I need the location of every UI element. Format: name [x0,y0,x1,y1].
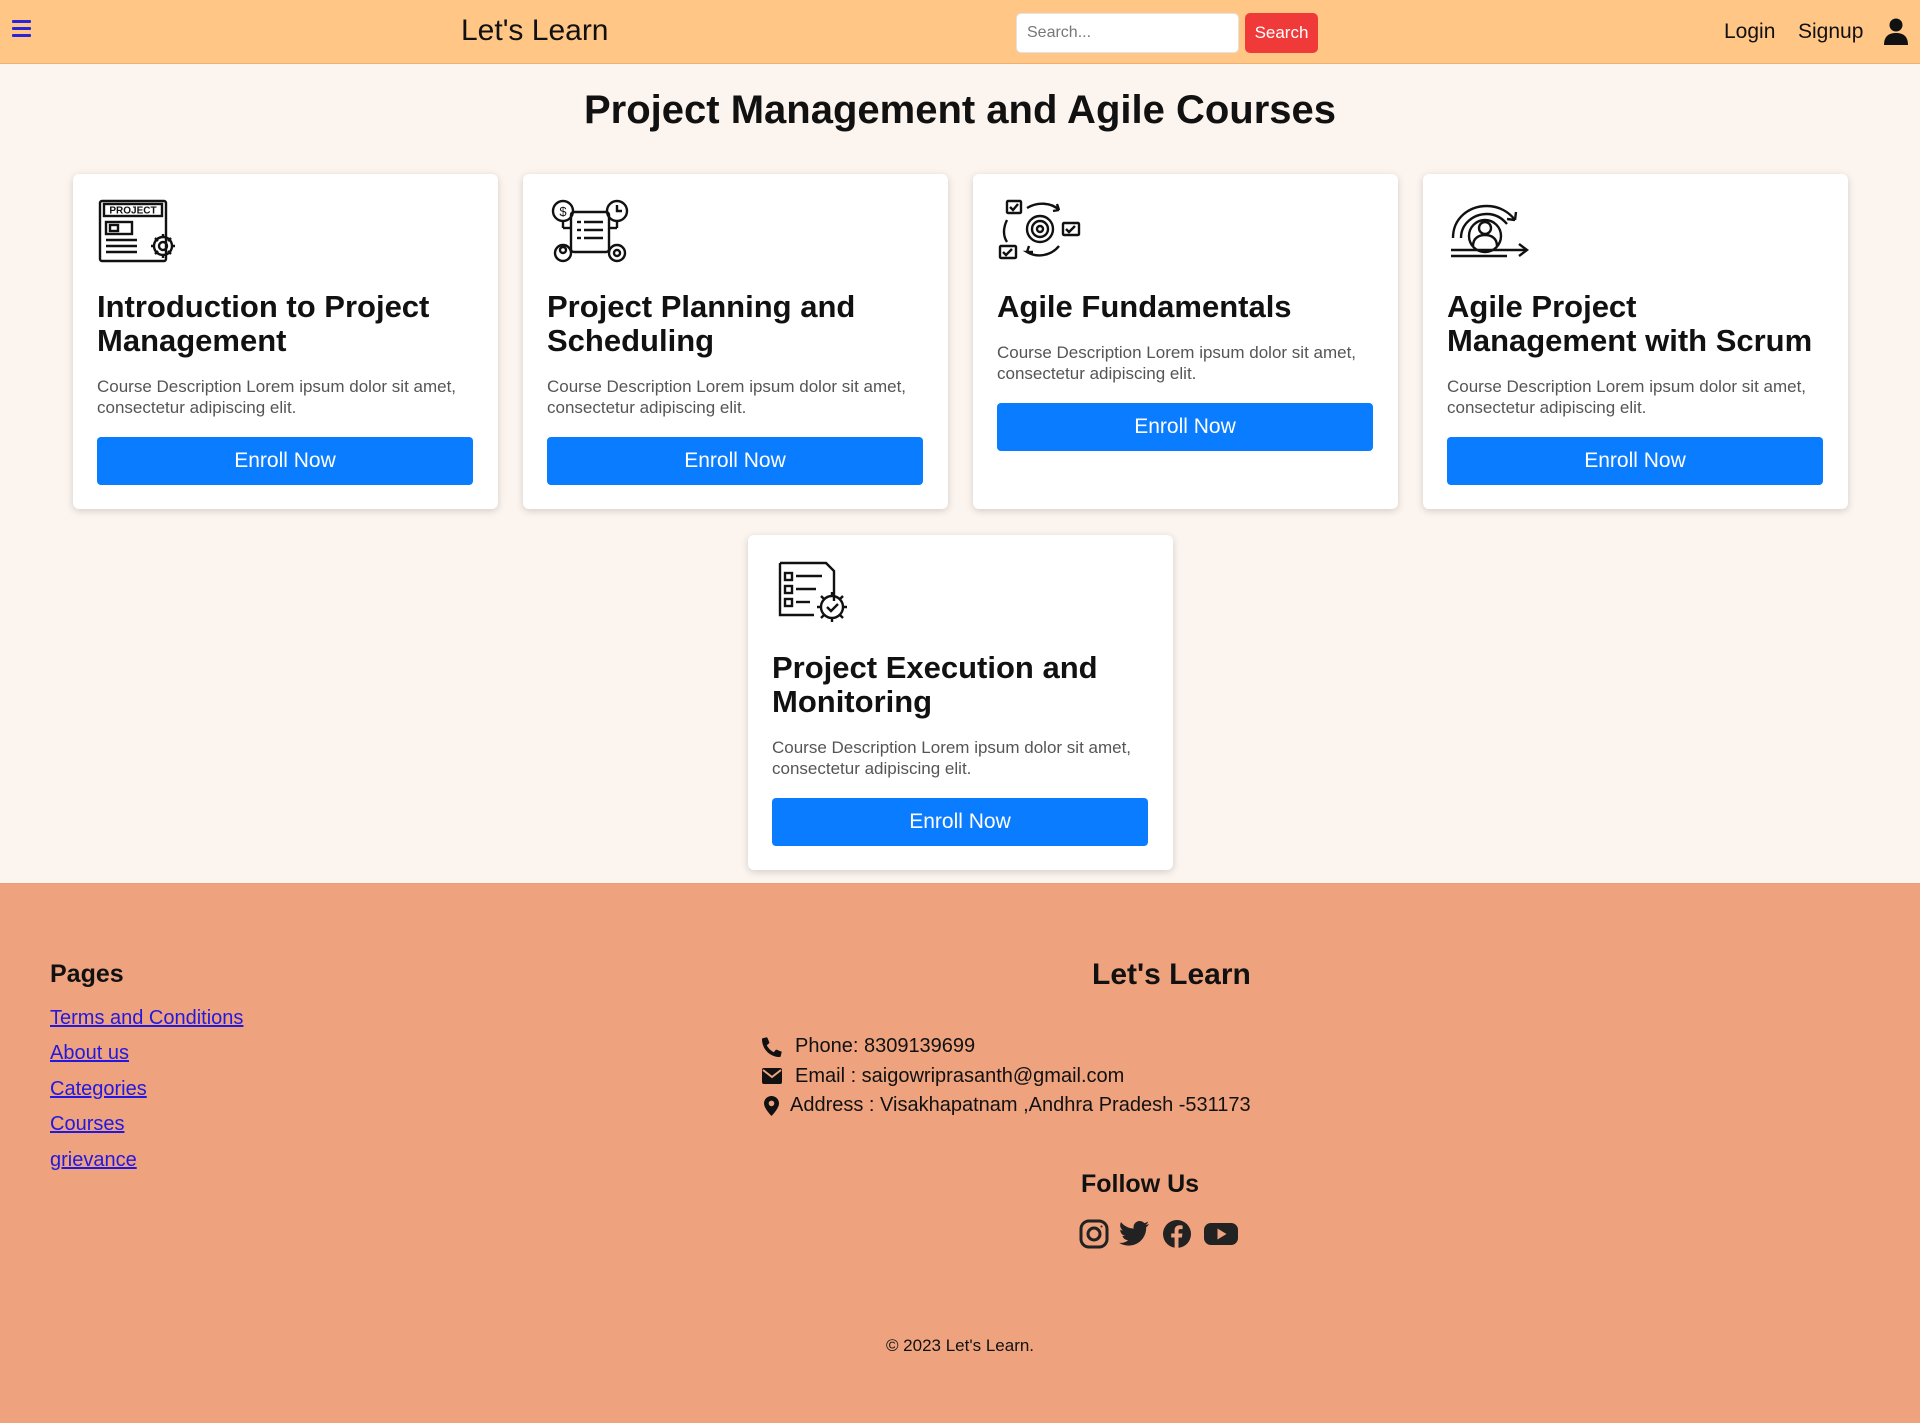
phone-icon [762,1037,782,1057]
email-text: Email : saigowriprasanth@gmail.com [795,1065,1125,1087]
footer-pages-title: Pages [50,960,124,988]
email-icon [762,1068,782,1084]
page-title: Project Management and Agile Courses [583,88,1337,132]
course-title: Introduction to Project Management [97,289,430,358]
planning-schedule-icon: $ [551,199,629,263]
instagram-icon[interactable] [1079,1219,1109,1249]
location-pin-icon [764,1096,779,1116]
search-button[interactable]: Search [1245,13,1318,53]
enroll-now-button[interactable]: Enroll Now [772,798,1148,846]
enroll-now-button[interactable]: Enroll Now [1447,437,1823,485]
project-document-icon: PROJECT [98,199,175,263]
course-description: Course Description Lorem ipsum dolor sit… [772,738,1132,778]
course-description: Course Description Lorem ipsum dolor sit… [1447,377,1807,417]
phone-text: Phone: 8309139699 [795,1035,976,1057]
course-card: PROJECT Introduction to Project Manageme… [73,174,498,509]
hamburger-menu-icon[interactable] [12,20,31,40]
footer-link-terms[interactable]: Terms and Conditions [50,1007,243,1030]
navbar: Let's Learn Search Login Signup [0,0,1920,64]
footer-link-categories[interactable]: Categories [50,1078,147,1101]
footer-link-courses[interactable]: Courses [50,1113,124,1136]
course-card: $ Project Planning and Scheduling Course… [523,174,948,509]
checklist-gear-icon [778,561,847,622]
enroll-now-button[interactable]: Enroll Now [547,437,923,485]
course-card: Project Execution and Monitoring Course … [748,535,1173,870]
footer-link-grievance[interactable]: grievance [50,1149,137,1172]
signup-link[interactable]: Signup [1798,20,1863,44]
course-description: Course Description Lorem ipsum dolor sit… [97,377,457,417]
user-icon[interactable] [1884,18,1908,45]
footer: Pages Terms and Conditions About us Cate… [0,883,1920,1423]
footer-brand: Let's Learn [1092,958,1251,991]
follow-us-title: Follow Us [1081,1170,1200,1198]
enroll-now-button[interactable]: Enroll Now [997,403,1373,451]
copyright-text: © 2023 Let's Learn. [885,1336,1035,1355]
course-title: Project Planning and Scheduling [547,289,856,358]
course-card: Agile Fundamentals Course Description Lo… [973,174,1398,509]
footer-link-about[interactable]: About us [50,1042,129,1065]
course-card: Agile Project Management with Scrum Cour… [1423,174,1848,509]
brand-logo[interactable]: Let's Learn [461,14,609,48]
course-title: Project Execution and Monitoring [772,650,1098,719]
search-input[interactable] [1016,13,1239,53]
course-description: Course Description Lorem ipsum dolor sit… [547,377,907,417]
course-title: Agile Project Management with Scrum [1447,289,1813,358]
login-link[interactable]: Login [1724,20,1775,44]
svg-text:PROJECT: PROJECT [109,206,156,217]
course-title: Agile Fundamentals [997,289,1292,324]
enroll-now-button[interactable]: Enroll Now [97,437,473,485]
address-text: Address : Visakhapatnam ,Andhra Pradesh … [790,1094,1251,1116]
course-description: Course Description Lorem ipsum dolor sit… [997,343,1357,383]
agile-cycle-icon [998,199,1081,260]
youtube-icon[interactable] [1204,1219,1238,1249]
svg-text:$: $ [559,204,567,219]
twitter-icon[interactable] [1118,1219,1150,1249]
scrum-team-icon [1451,204,1529,258]
facebook-icon[interactable] [1162,1219,1192,1249]
